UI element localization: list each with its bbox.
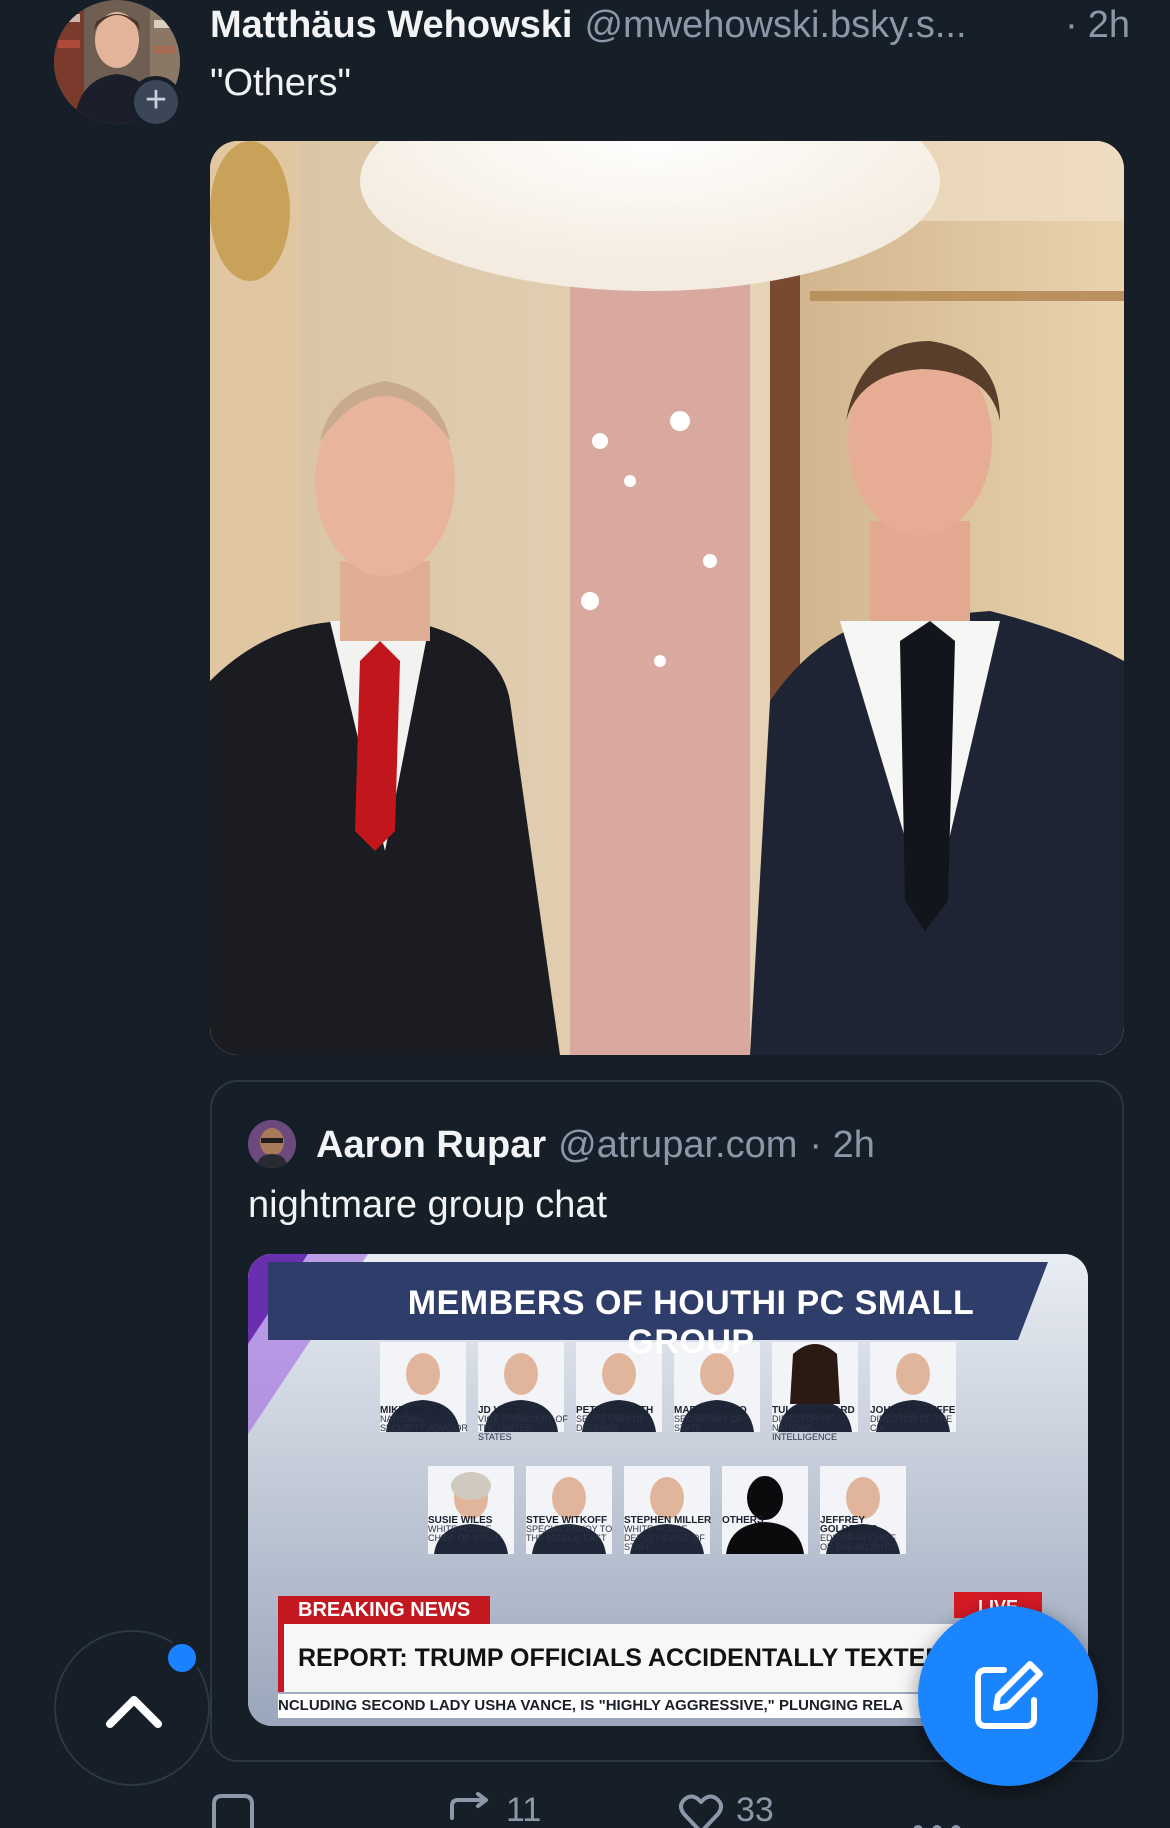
caption-0: MIKE WALTZ NATIONAL SECURITY ADVISOR <box>380 1406 470 1433</box>
post-image[interactable] <box>210 141 1124 1055</box>
caption-3: MARCO RUBIO SECRETARY OF STATE <box>674 1406 764 1433</box>
quoted-author-avatar[interactable] <box>248 1120 296 1168</box>
post-text: "Others" <box>210 62 352 104</box>
post-header: Matthäus Wehowski @mwehowski.bsky.s... ·… <box>210 4 1130 52</box>
caption-2: PETE HEGSETH SECRETARY OF DEFENSE <box>576 1406 666 1433</box>
news-headline: REPORT: TRUMP OFFICIALS ACCIDENTALLY TEX… <box>278 1624 978 1692</box>
caption-role: WHITE HOUSE CHIEF OF STAFF <box>428 1524 501 1543</box>
caption-5: JOHN RATCLIFFE DIRECTOR OF THE CIA <box>870 1406 960 1433</box>
quoted-author-handle[interactable]: @atrupar.com <box>558 1124 797 1167</box>
caption-1: JD VANCE VICE PRESIDENT OF THE UNITED STA… <box>478 1406 568 1442</box>
quoted-post-header: Aaron Rupar @atrupar.com · 2h <box>316 1124 875 1167</box>
breaking-news-tag: BREAKING NEWS <box>278 1596 491 1624</box>
chevron-up-icon <box>106 1696 162 1728</box>
caption-role: EDITOR-IN-CHIEF OF THE ATLANTIC <box>820 1533 898 1552</box>
caption-role: DIRECTOR OF THE CIA <box>870 1414 953 1433</box>
author-handle[interactable]: @mwehowski.bsky.s... <box>584 4 966 47</box>
reply-icon <box>212 1794 254 1828</box>
graphic-title: MEMBERS OF HOUTHI PC SMALL GROUP <box>407 1284 975 1361</box>
repost-count: 11 <box>506 1791 542 1828</box>
post-timestamp[interactable]: 2h <box>1088 4 1130 47</box>
like-count: 33 <box>736 1791 774 1828</box>
compose-button[interactable] <box>918 1606 1098 1786</box>
caption-role: VICE PRESIDENT OF THE UNITED STATES <box>478 1414 568 1442</box>
caption-role: WHITE HOUSE DEPUTY CHIEF OF STAFF <box>624 1524 705 1552</box>
repost-icon <box>450 1792 488 1820</box>
caption-4: TULSI GABBARD DIRECTOR OF NATIONAL INTELL… <box>772 1406 862 1442</box>
heart-icon <box>679 1794 723 1828</box>
caption-8: STEPHEN MILLER WHITE HOUSE DEPUTY CHIEF O… <box>624 1516 714 1552</box>
reply-button[interactable] <box>210 1792 256 1828</box>
compose-icon <box>975 1661 1043 1729</box>
like-button[interactable]: 33 <box>678 1792 774 1828</box>
caption-6: SUSIE WILES WHITE HOUSE CHIEF OF STAFF <box>428 1516 518 1543</box>
more-icon <box>913 1825 961 1828</box>
caption-role: DIRECTOR OF NATIONAL INTELLIGENCE <box>772 1414 838 1442</box>
caption-7: STEVE WITKOFF SPECIAL ENVOY TO THE MIDDLE… <box>526 1516 616 1543</box>
caption-10: JEFFREY GOLDBERG EDITOR-IN-CHIEF OF THE A… <box>820 1516 910 1552</box>
repost-button[interactable]: 11 <box>446 1792 541 1828</box>
caption-role: NATIONAL SECURITY ADVISOR <box>380 1414 468 1433</box>
caption-name: OTHERS <box>722 1515 764 1526</box>
plus-icon: + <box>144 79 168 121</box>
quoted-post-timestamp[interactable]: · 2h <box>809 1124 874 1167</box>
caption-role: SPECIAL ENVOY TO THE MIDDLE EAST <box>526 1524 613 1543</box>
caption-name: JEFFREY GOLDBERG <box>820 1515 878 1535</box>
new-posts-indicator <box>164 1640 200 1676</box>
separator-dot: · <box>1065 4 1078 46</box>
follow-button[interactable]: + <box>130 76 182 128</box>
quoted-author-name[interactable]: Aaron Rupar <box>316 1124 546 1167</box>
author-name[interactable]: Matthäus Wehowski <box>210 4 572 47</box>
quoted-avatar-image <box>248 1120 296 1168</box>
caption-role: SECRETARY OF DEFENSE <box>576 1414 646 1433</box>
caption-9: OTHERS <box>722 1515 812 1526</box>
post-photo <box>210 141 1124 1055</box>
quoted-post-text: nightmare group chat <box>248 1184 608 1226</box>
caption-role: SECRETARY OF STATE <box>674 1414 744 1433</box>
more-button[interactable] <box>910 1792 964 1828</box>
post-actions: 11 33 <box>210 1792 1130 1828</box>
